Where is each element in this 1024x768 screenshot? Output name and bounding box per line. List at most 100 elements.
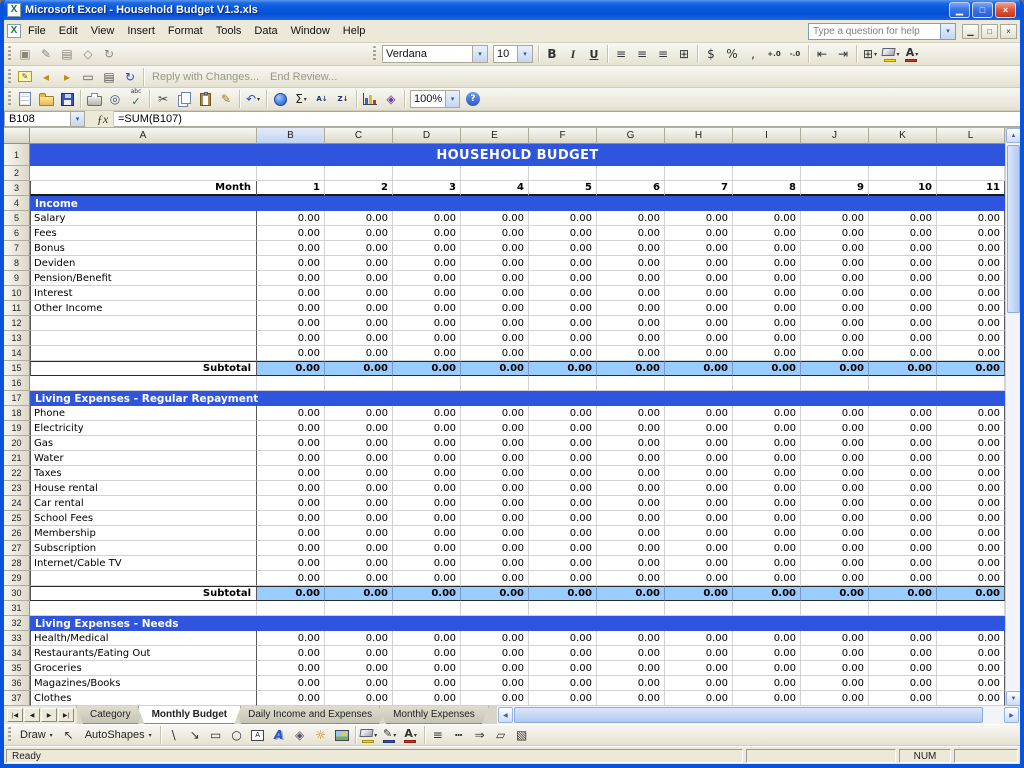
cell-A27[interactable]: Subscription	[30, 541, 257, 556]
cell-F2[interactable]	[529, 166, 597, 181]
cell-C3[interactable]: 2	[325, 181, 393, 196]
cell-C24[interactable]: 0.00	[325, 496, 393, 511]
spelling-icon[interactable]: ✓	[126, 89, 146, 109]
cell-L18[interactable]: 0.00	[937, 406, 1005, 421]
column-header-H[interactable]: H	[665, 128, 733, 144]
cell-C9[interactable]: 0.00	[325, 271, 393, 286]
restore-button[interactable]: □	[972, 2, 993, 18]
cell-A9[interactable]: Pension/Benefit	[30, 271, 257, 286]
cell-E9[interactable]: 0.00	[461, 271, 529, 286]
cell-I34[interactable]: 0.00	[733, 646, 801, 661]
cell-A13[interactable]	[30, 331, 257, 346]
cell-J9[interactable]: 0.00	[801, 271, 869, 286]
cell-L12[interactable]: 0.00	[937, 316, 1005, 331]
cell-H24[interactable]: 0.00	[665, 496, 733, 511]
row-header-19[interactable]: 19	[4, 421, 30, 436]
cell-I37[interactable]: 0.00	[733, 691, 801, 706]
cell-F11[interactable]: 0.00	[529, 301, 597, 316]
cell-B6[interactable]: 0.00	[257, 226, 325, 241]
cell-F20[interactable]: 0.00	[529, 436, 597, 451]
row-header-6[interactable]: 6	[4, 226, 30, 241]
cell-E14[interactable]: 0.00	[461, 346, 529, 361]
row-header-26[interactable]: 26	[4, 526, 30, 541]
new-comment-icon[interactable]: ✎	[15, 67, 35, 87]
cell-A7[interactable]: Bonus	[30, 241, 257, 256]
sort-descending-icon[interactable]: Z↓	[333, 89, 353, 109]
cell-E34[interactable]: 0.00	[461, 646, 529, 661]
cell-C12[interactable]: 0.00	[325, 316, 393, 331]
cell-G26[interactable]: 0.00	[597, 526, 665, 541]
toolbar-grip[interactable]	[8, 46, 11, 62]
cell-G8[interactable]: 0.00	[597, 256, 665, 271]
cell-K12[interactable]: 0.00	[869, 316, 937, 331]
row-header-29[interactable]: 29	[4, 571, 30, 586]
cell-G33[interactable]: 0.00	[597, 631, 665, 646]
cell-H5[interactable]: 0.00	[665, 211, 733, 226]
workbook-restore-button[interactable]: □	[981, 24, 998, 39]
formula-input[interactable]: =SUM(B107)	[114, 111, 1020, 127]
row-header-11[interactable]: 11	[4, 301, 30, 316]
cell-L9[interactable]: 0.00	[937, 271, 1005, 286]
cell-D34[interactable]: 0.00	[393, 646, 461, 661]
cell-E8[interactable]: 0.00	[461, 256, 529, 271]
cell-A34[interactable]: Restaurants/Eating Out	[30, 646, 257, 661]
cell-A26[interactable]: Membership	[30, 526, 257, 541]
name-box[interactable]: B108	[4, 111, 70, 127]
cell-H19[interactable]: 0.00	[665, 421, 733, 436]
cell-L34[interactable]: 0.00	[937, 646, 1005, 661]
cell-L27[interactable]: 0.00	[937, 541, 1005, 556]
toolbar-icon[interactable]: ◇	[78, 44, 98, 64]
cell-C11[interactable]: 0.00	[325, 301, 393, 316]
cell-D19[interactable]: 0.00	[393, 421, 461, 436]
cell-A24[interactable]: Car rental	[30, 496, 257, 511]
show-all-comments-icon[interactable]: ▤	[99, 67, 119, 87]
cell-K6[interactable]: 0.00	[869, 226, 937, 241]
cell-B24[interactable]: 0.00	[257, 496, 325, 511]
row-header-28[interactable]: 28	[4, 556, 30, 571]
cell-C26[interactable]: 0.00	[325, 526, 393, 541]
cell-D25[interactable]: 0.00	[393, 511, 461, 526]
row-header-35[interactable]: 35	[4, 661, 30, 676]
cell-H21[interactable]: 0.00	[665, 451, 733, 466]
diagram-icon[interactable]: ◈	[290, 725, 310, 745]
cell-E27[interactable]: 0.00	[461, 541, 529, 556]
cell-C6[interactable]: 0.00	[325, 226, 393, 241]
cell-D37[interactable]: 0.00	[393, 691, 461, 706]
open-icon[interactable]	[36, 89, 56, 109]
cell-G3[interactable]: 6	[597, 181, 665, 196]
cell-D31[interactable]	[393, 601, 461, 616]
cell-J10[interactable]: 0.00	[801, 286, 869, 301]
scroll-up-icon[interactable]: ▲	[1006, 128, 1021, 143]
cell-K33[interactable]: 0.00	[869, 631, 937, 646]
cell-E11[interactable]: 0.00	[461, 301, 529, 316]
horizontal-scroll-track[interactable]	[514, 707, 1003, 723]
cell-G20[interactable]: 0.00	[597, 436, 665, 451]
cell-A22[interactable]: Taxes	[30, 466, 257, 481]
cell-I30[interactable]: 0.00	[733, 586, 801, 601]
cell-B9[interactable]: 0.00	[257, 271, 325, 286]
cell-L29[interactable]: 0.00	[937, 571, 1005, 586]
tab-scroll-last-icon[interactable]: ▶|	[58, 708, 74, 722]
cell-B2[interactable]	[257, 166, 325, 181]
cell-C7[interactable]: 0.00	[325, 241, 393, 256]
cell-F19[interactable]: 0.00	[529, 421, 597, 436]
menu-tools[interactable]: Tools	[210, 22, 248, 40]
cell-I5[interactable]: 0.00	[733, 211, 801, 226]
clip-art-icon[interactable]: ☼	[311, 725, 331, 745]
cell-E36[interactable]: 0.00	[461, 676, 529, 691]
oval-icon[interactable]: ○	[227, 725, 247, 745]
cell-A12[interactable]	[30, 316, 257, 331]
draw-menu-button[interactable]: Draw▾	[15, 725, 58, 745]
rectangle-icon[interactable]: ▭	[206, 725, 226, 745]
cell-G2[interactable]	[597, 166, 665, 181]
cell-F12[interactable]: 0.00	[529, 316, 597, 331]
cell-F21[interactable]: 0.00	[529, 451, 597, 466]
cell-E7[interactable]: 0.00	[461, 241, 529, 256]
cell-G22[interactable]: 0.00	[597, 466, 665, 481]
sort-ascending-icon[interactable]: A↓	[312, 89, 332, 109]
cell-H3[interactable]: 7	[665, 181, 733, 196]
percent-style-icon[interactable]: %	[722, 44, 742, 64]
cell-C10[interactable]: 0.00	[325, 286, 393, 301]
save-icon[interactable]	[57, 89, 77, 109]
cell-K19[interactable]: 0.00	[869, 421, 937, 436]
